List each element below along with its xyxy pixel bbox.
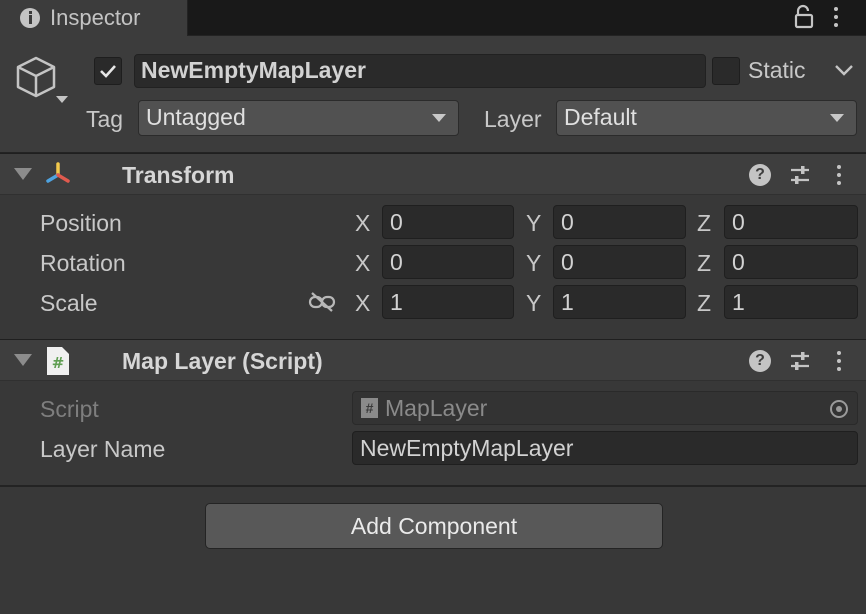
tag-dropdown[interactable]: Untagged xyxy=(138,100,459,136)
layer-value: Default xyxy=(564,104,637,130)
tag-value: Untagged xyxy=(146,104,246,130)
inspector-tab-bar: Inspector xyxy=(0,0,866,36)
add-component-button[interactable]: Add Component xyxy=(205,503,663,549)
map-layer-header[interactable]: # Map Layer (Script) ? xyxy=(0,339,866,381)
unlink-scale-icon[interactable] xyxy=(308,291,336,313)
position-z-label[interactable]: Z xyxy=(697,210,711,237)
script-file-icon: # xyxy=(47,347,69,375)
help-icon[interactable]: ? xyxy=(749,164,771,186)
tag-label: Tag xyxy=(86,106,124,132)
foldout-arrow-icon[interactable] xyxy=(14,354,32,366)
chevron-down-icon xyxy=(432,114,446,122)
rotation-x-label[interactable]: X xyxy=(355,250,370,277)
svg-text:#: # xyxy=(52,354,65,372)
scale-z-label[interactable]: Z xyxy=(697,290,711,317)
tab-title: Inspector xyxy=(50,5,141,30)
rotation-x-field[interactable]: 0 xyxy=(382,245,514,279)
scale-y-label[interactable]: Y xyxy=(526,290,541,317)
transform-title: Transform xyxy=(122,162,235,188)
static-dropdown-icon[interactable] xyxy=(834,64,854,78)
layer-label: Layer xyxy=(484,106,542,132)
map-layer-body: Script # MapLayer Layer Name NewEmptyMap… xyxy=(0,381,866,485)
layer-dropdown[interactable]: Default xyxy=(556,100,857,136)
components-divider xyxy=(0,485,866,487)
scale-x-label[interactable]: X xyxy=(355,290,370,317)
rotation-z-label[interactable]: Z xyxy=(697,250,711,277)
checkmark-icon xyxy=(100,65,116,78)
component-menu-icon[interactable] xyxy=(835,163,843,187)
foldout-arrow-icon[interactable] xyxy=(14,168,32,180)
scale-x-field[interactable]: 1 xyxy=(382,285,514,319)
object-picker-icon[interactable] xyxy=(829,399,849,419)
chevron-down-icon xyxy=(830,114,844,122)
component-menu-icon[interactable] xyxy=(835,349,843,373)
presets-icon[interactable] xyxy=(789,164,811,186)
scale-label: Scale xyxy=(40,290,98,316)
rotation-z-field[interactable]: 0 xyxy=(724,245,858,279)
presets-icon[interactable] xyxy=(789,350,811,372)
scale-y-field[interactable]: 1 xyxy=(553,285,686,319)
scale-z-field[interactable]: 1 xyxy=(724,285,858,319)
gameobject-header: NewEmptyMapLayer Static Tag Untagged Lay… xyxy=(0,36,866,153)
layer-name-label: Layer Name xyxy=(40,436,166,462)
static-label: Static xyxy=(748,57,806,83)
transform-icon xyxy=(46,162,70,183)
transform-body: Position X 0 Y 0 Z 0 Rotation X 0 Y 0 Z … xyxy=(0,195,866,338)
rotation-y-label[interactable]: Y xyxy=(526,250,541,277)
position-z-field[interactable]: 0 xyxy=(724,205,858,239)
position-x-field[interactable]: 0 xyxy=(382,205,514,239)
position-x-label[interactable]: X xyxy=(355,210,370,237)
static-checkbox[interactable] xyxy=(712,57,740,85)
position-y-field[interactable]: 0 xyxy=(553,205,686,239)
layer-name-input[interactable]: NewEmptyMapLayer xyxy=(352,431,858,465)
info-icon xyxy=(20,8,40,28)
script-value: MapLayer xyxy=(385,395,488,421)
map-layer-title: Map Layer (Script) xyxy=(122,348,323,374)
rotation-y-field[interactable]: 0 xyxy=(553,245,686,279)
help-icon[interactable]: ? xyxy=(749,350,771,372)
position-label: Position xyxy=(40,210,122,236)
script-field: # MapLayer xyxy=(352,391,858,425)
lock-icon[interactable] xyxy=(794,4,814,30)
script-hash-icon: # xyxy=(361,398,378,418)
object-name-input[interactable]: NewEmptyMapLayer xyxy=(134,54,706,88)
position-y-label[interactable]: Y xyxy=(526,210,541,237)
rotation-label: Rotation xyxy=(40,250,126,276)
script-label: Script xyxy=(40,396,99,422)
tab-menu-icon[interactable] xyxy=(832,5,840,29)
gameobject-cube-icon[interactable] xyxy=(14,56,74,106)
tab-inspector[interactable]: Inspector xyxy=(0,0,188,36)
active-checkbox[interactable] xyxy=(94,57,122,85)
transform-header[interactable]: Transform ? xyxy=(0,153,866,195)
